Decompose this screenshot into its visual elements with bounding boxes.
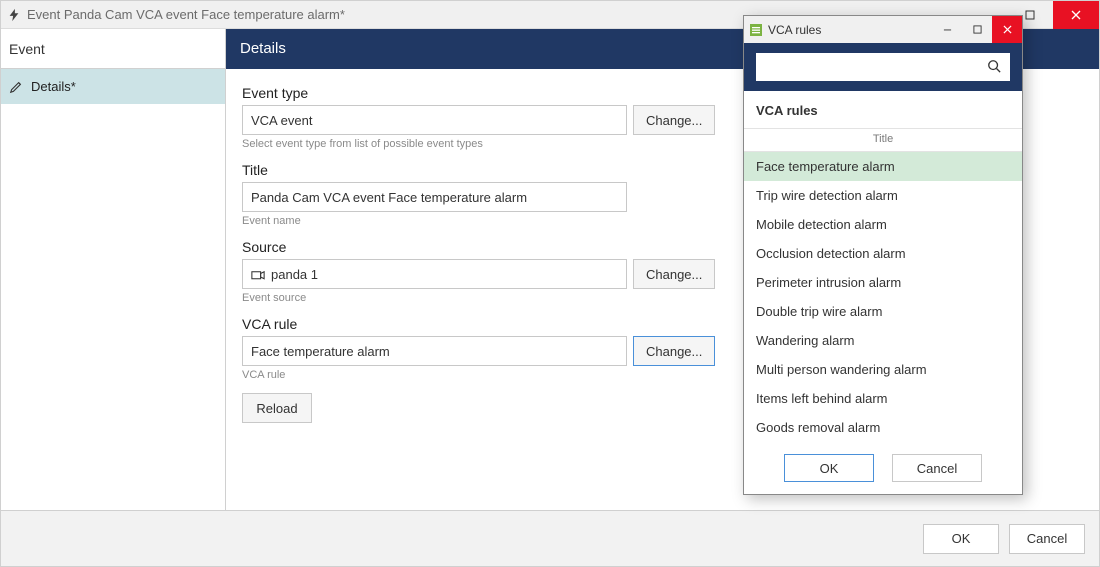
title-input[interactable]: Panda Cam VCA event Face temperature ala… — [242, 182, 627, 212]
event-type-field: VCA event — [242, 105, 627, 135]
dialog-titlebar: VCA rules — [744, 16, 1022, 43]
list-item[interactable]: Multi person wandering alarm — [744, 355, 1022, 384]
dialog-searchbar — [744, 43, 1022, 91]
vca-rules-list: Face temperature alarm Trip wire detecti… — [744, 152, 1022, 442]
ok-button[interactable]: OK — [923, 524, 999, 554]
pencil-icon — [9, 80, 23, 94]
bolt-icon — [7, 8, 21, 22]
vca-rules-dialog: VCA rules VCA rules Title Face temperatu… — [743, 15, 1023, 495]
list-item[interactable]: Face temperature alarm — [744, 152, 1022, 181]
dialog-maximize-button[interactable] — [962, 16, 992, 43]
dialog-title: VCA rules — [768, 23, 932, 37]
close-button[interactable] — [1053, 1, 1099, 29]
title-value: Panda Cam VCA event Face temperature ala… — [251, 190, 527, 205]
source-change-button[interactable]: Change... — [633, 259, 715, 289]
search-input-wrapper — [756, 53, 1010, 81]
dialog-caption: VCA rules — [744, 91, 1022, 129]
list-item[interactable]: Occlusion detection alarm — [744, 239, 1022, 268]
dialog-ok-button[interactable]: OK — [784, 454, 874, 482]
source-field: panda 1 — [242, 259, 627, 289]
dialog-footer: OK Cancel — [744, 442, 1022, 494]
vca-rule-value: Face temperature alarm — [251, 344, 390, 359]
event-type-value: VCA event — [251, 113, 312, 128]
vca-rule-change-button[interactable]: Change... — [633, 336, 715, 366]
list-item[interactable]: Items left behind alarm — [744, 384, 1022, 413]
sidebar-item-label: Details* — [31, 79, 76, 94]
dialog-close-button[interactable] — [992, 16, 1022, 43]
search-input[interactable] — [757, 60, 979, 75]
list-item[interactable]: Mobile detection alarm — [744, 210, 1022, 239]
search-icon[interactable] — [979, 59, 1009, 76]
cancel-button[interactable]: Cancel — [1009, 524, 1085, 554]
sidebar-item-details[interactable]: Details* — [1, 69, 225, 104]
sidebar: Event Details* — [1, 29, 226, 510]
dialog-footer: OK Cancel — [1, 510, 1099, 566]
camera-icon — [251, 268, 265, 280]
event-type-change-button[interactable]: Change... — [633, 105, 715, 135]
list-item[interactable]: Double trip wire alarm — [744, 297, 1022, 326]
list-item[interactable]: Goods removal alarm — [744, 413, 1022, 442]
list-item[interactable]: Wandering alarm — [744, 326, 1022, 355]
list-item[interactable]: Trip wire detection alarm — [744, 181, 1022, 210]
source-value: panda 1 — [271, 267, 318, 282]
vca-rule-field: Face temperature alarm — [242, 336, 627, 366]
sidebar-header: Event — [1, 29, 225, 69]
reload-button[interactable]: Reload — [242, 393, 312, 423]
dialog-minimize-button[interactable] — [932, 16, 962, 43]
app-icon — [749, 23, 763, 37]
dialog-cancel-button[interactable]: Cancel — [892, 454, 982, 482]
dialog-column-header: Title — [744, 129, 1022, 152]
list-item[interactable]: Perimeter intrusion alarm — [744, 268, 1022, 297]
